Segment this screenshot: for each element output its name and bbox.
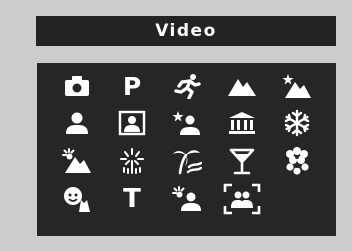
beach-icon (173, 150, 202, 175)
snowflake-icon (284, 109, 310, 137)
mode-sunset[interactable] (55, 145, 99, 177)
scene-mode-grid: P T (37, 63, 336, 236)
mode-kids-pets[interactable] (55, 183, 99, 215)
mode-framed-portrait[interactable] (110, 107, 154, 139)
movie-portrait-icon (223, 183, 261, 215)
mode-party[interactable] (220, 145, 264, 177)
flowers-icon (286, 147, 309, 175)
camera-icon (65, 76, 89, 96)
camera-menu-screen: Video P T (0, 0, 352, 251)
mode-landscape[interactable] (220, 70, 264, 102)
mode-night-portrait[interactable] (165, 107, 209, 139)
landscape-icon (228, 79, 256, 96)
fireworks-icon (120, 148, 144, 174)
mode-flowers[interactable] (275, 145, 319, 177)
mode-backlight[interactable] (165, 183, 209, 215)
mode-snow[interactable] (275, 107, 319, 139)
backlight-portrait-icon (172, 186, 201, 211)
mode-sports[interactable] (165, 70, 209, 102)
museum-icon (229, 112, 255, 134)
party-cocktail-icon (229, 148, 255, 175)
mode-camera[interactable] (55, 70, 99, 102)
mode-text[interactable]: T (110, 183, 154, 215)
portrait-icon (66, 112, 88, 134)
mode-museum[interactable] (220, 107, 264, 139)
mode-night-landscape[interactable] (275, 70, 319, 102)
framed-portrait-icon (118, 110, 146, 136)
text-t-icon: T (123, 184, 141, 214)
kids-pets-icon (64, 187, 90, 212)
sunset-icon (62, 148, 91, 173)
mode-movie-portrait[interactable] (220, 183, 264, 215)
mode-program[interactable]: P (110, 70, 154, 102)
night-landscape-icon (282, 74, 311, 98)
mode-beach[interactable] (165, 145, 209, 177)
mode-fireworks[interactable] (110, 145, 154, 177)
menu-title: Video (36, 16, 336, 46)
sports-runner-icon (174, 74, 201, 99)
program-p-icon: P (122, 71, 142, 101)
night-portrait-icon (172, 111, 200, 135)
mode-portrait[interactable] (55, 107, 99, 139)
